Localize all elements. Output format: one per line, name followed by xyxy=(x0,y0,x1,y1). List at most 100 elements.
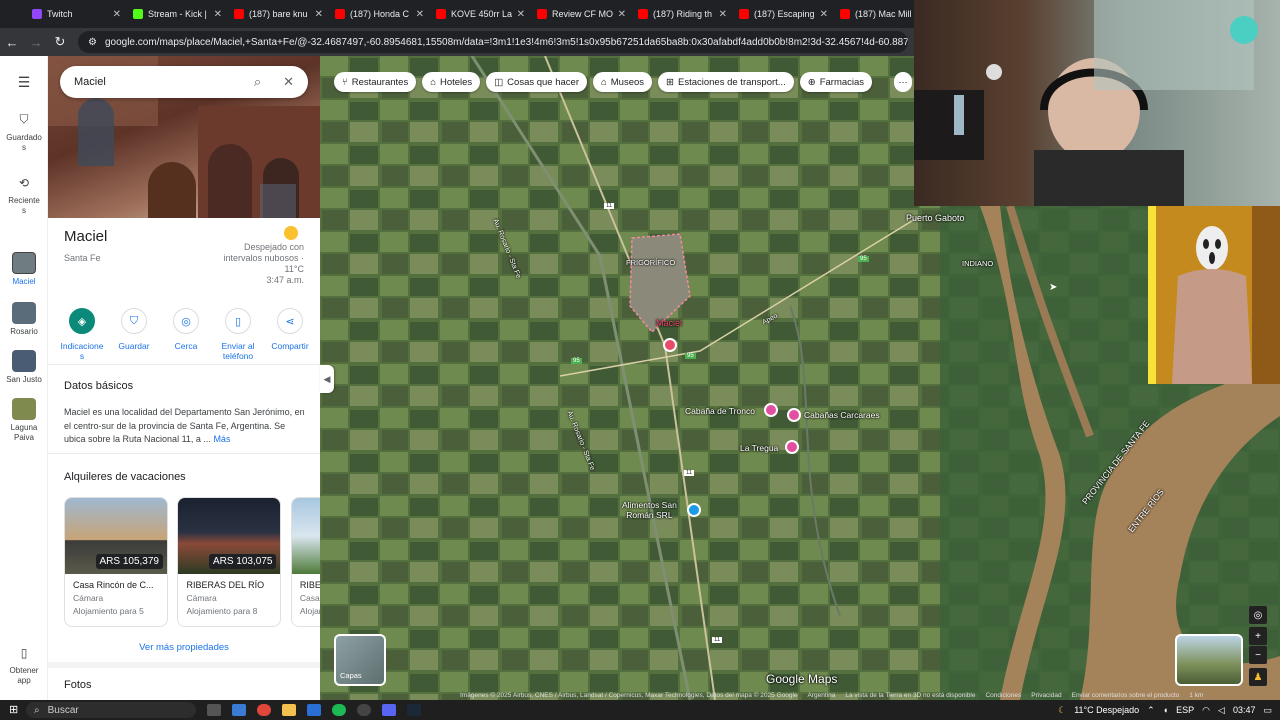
store-icon[interactable] xyxy=(307,704,321,716)
zoom-out-button[interactable]: − xyxy=(1249,646,1267,664)
chrome-icon[interactable] xyxy=(257,704,271,716)
close-icon[interactable]: ✕ xyxy=(283,74,294,90)
browser-tab[interactable]: (187) Escaping ✕ xyxy=(733,1,834,27)
forward-icon[interactable]: → xyxy=(24,35,48,50)
url-field[interactable]: ⚙ google.com/maps/place/Maciel,+Santa+Fe… xyxy=(78,31,908,53)
reload-icon[interactable]: ↻ xyxy=(48,34,72,50)
rentals-carousel: ARS 105,379 Casa Rincón de C... Cámara A… xyxy=(64,497,320,629)
back-icon[interactable]: ← xyxy=(0,35,24,50)
file-explorer-icon[interactable] xyxy=(282,704,296,716)
browser-tab[interactable]: Review CF MO ✕ xyxy=(531,1,632,27)
browser-tab[interactable]: Twitch ✕ xyxy=(26,1,127,27)
rail-recent[interactable]: ⟲ Reciente s xyxy=(0,176,48,216)
more-link[interactable]: Más xyxy=(213,434,230,444)
nearby-button[interactable]: ◎ Cerca xyxy=(160,308,212,361)
windows-start-icon[interactable]: ⊞ xyxy=(9,703,18,716)
rail-rosario[interactable]: Rosario xyxy=(0,302,48,336)
browser-tab[interactable]: Stream - Kick | ✕ xyxy=(127,1,228,27)
weather-desc: Despejado con intervalos nubosos · xyxy=(223,242,304,263)
clock[interactable]: 03:47 xyxy=(1233,705,1256,715)
category-chip[interactable]: ⑂ Restaurantes xyxy=(334,72,417,92)
my-location-button[interactable]: ◎ xyxy=(1249,606,1267,624)
rail-maciel[interactable]: Maciel xyxy=(0,252,48,286)
search-box[interactable]: Maciel ⌕ ✕ xyxy=(60,66,308,98)
tab-title: (187) Mac Mill xyxy=(855,9,912,19)
browser-tab[interactable]: (187) bare knu ✕ xyxy=(228,1,329,27)
close-tab-icon[interactable]: ✕ xyxy=(618,9,626,20)
map-label-maciel[interactable]: Maciel xyxy=(656,318,682,328)
map-label-frigorifico[interactable]: FRIGORÍFICO xyxy=(626,258,675,267)
category-chip[interactable]: ⊕ Farmacias xyxy=(799,72,873,92)
obs-icon[interactable] xyxy=(357,704,371,716)
task-view-icon[interactable] xyxy=(207,704,221,716)
map-label-cabana-tronco[interactable]: Cabaña de Tronco xyxy=(685,406,755,416)
pegman-icon[interactable]: ♟ xyxy=(1249,668,1267,686)
rail-saved[interactable]: ⛉ Guardado s xyxy=(0,112,48,153)
collapse-panel-button[interactable]: ◀ xyxy=(320,365,334,393)
steam-icon[interactable] xyxy=(407,704,421,716)
directions-button[interactable]: ◈ Indicacione s xyxy=(56,308,108,361)
browser-tab[interactable]: (187) Honda C ✕ xyxy=(329,1,430,27)
close-tab-icon[interactable]: ✕ xyxy=(517,9,525,20)
chip-overflow-icon[interactable]: ··· xyxy=(894,72,912,92)
share-button[interactable]: ⋖ Compartir xyxy=(264,308,316,361)
search-input[interactable]: Maciel xyxy=(74,76,254,88)
volume-icon[interactable]: ◁ xyxy=(1218,705,1225,716)
browser-tab[interactable]: KOVE 450rr La ✕ xyxy=(430,1,531,27)
category-chip[interactable]: ◫ Cosas que hacer xyxy=(486,72,587,92)
close-tab-icon[interactable]: ✕ xyxy=(315,9,323,20)
taskbar-weather[interactable]: 11°C Despejado xyxy=(1074,705,1139,715)
place-thumb xyxy=(12,252,36,274)
map-label-indiano[interactable]: INDIANO xyxy=(962,259,993,268)
discord-icon[interactable] xyxy=(382,704,396,716)
street-view-thumb[interactable] xyxy=(1175,634,1243,686)
save-button[interactable]: ⛉ Guardar xyxy=(108,308,160,361)
browser-tab[interactable]: (187) Riding th ✕ xyxy=(632,1,733,27)
mic-icon[interactable]: ◖ xyxy=(1163,705,1168,715)
close-tab-icon[interactable]: ✕ xyxy=(214,9,222,20)
tab-favicon-icon xyxy=(537,9,547,19)
chevron-up-icon[interactable]: ⌃ xyxy=(1147,705,1155,716)
notifications-icon[interactable]: ▭ xyxy=(1263,705,1272,716)
close-tab-icon[interactable]: ✕ xyxy=(416,9,424,20)
region-link[interactable]: Argentina xyxy=(808,692,836,699)
close-tab-icon[interactable]: ✕ xyxy=(719,9,727,20)
lang-indicator[interactable]: ESP xyxy=(1176,705,1194,715)
rail-laguna-paiva[interactable]: Laguna Paiva xyxy=(0,398,48,443)
place-thumb xyxy=(12,302,36,324)
map-label-la-tregua[interactable]: La Tregua xyxy=(740,443,778,453)
menu-icon[interactable]: ☰ xyxy=(0,74,48,91)
map-label-alimentos[interactable]: Alimentos San Román SRL xyxy=(622,500,677,520)
feedback-link[interactable]: Enviar comentarios sobre el producto xyxy=(1072,692,1180,699)
scale-label[interactable]: 1 km xyxy=(1189,692,1203,699)
category-chip[interactable]: ⊞ Estaciones de transport... xyxy=(658,72,794,92)
spotify-icon[interactable] xyxy=(332,704,346,716)
shop-pin[interactable] xyxy=(687,503,701,517)
rental-card[interactable]: ARS 105,379 Casa Rincón de C... Cámara A… xyxy=(64,497,168,627)
category-chip[interactable]: ⌂ Museos xyxy=(593,72,653,92)
privacy-link[interactable]: Privacidad xyxy=(1031,692,1061,699)
wifi-icon[interactable]: ◠ xyxy=(1202,705,1210,716)
send-to-phone-button[interactable]: ▯ Enviar al teléfono xyxy=(212,308,264,361)
rail-get-app[interactable]: ▯ Obtener app xyxy=(0,646,48,686)
map-label-cabanas-carcaraes[interactable]: Cabañas Carcaraes xyxy=(804,410,880,420)
close-tab-icon[interactable]: ✕ xyxy=(113,9,121,20)
rental-card[interactable]: A RIBERA Casa d Alojam xyxy=(290,497,320,627)
copilot-icon[interactable] xyxy=(232,704,246,716)
close-tab-icon[interactable]: ✕ xyxy=(820,9,828,20)
rail-san-justo[interactable]: San Justo xyxy=(0,350,48,384)
search-icon[interactable]: ⌕ xyxy=(254,74,261,90)
map-label-puerto-gaboto[interactable]: Puerto Gaboto xyxy=(906,213,965,223)
site-info-icon[interactable]: ⚙ xyxy=(88,37,97,48)
category-chip[interactable]: ⌂ Hoteles xyxy=(422,72,481,92)
lodging-pin[interactable] xyxy=(787,408,801,422)
zoom-in-button[interactable]: + xyxy=(1249,627,1267,645)
more-properties-link[interactable]: Ver más propiedades xyxy=(48,642,320,653)
lodging-pin[interactable] xyxy=(764,403,778,417)
maciel-place-pin[interactable] xyxy=(663,338,677,352)
terms-link[interactable]: Condiciones xyxy=(985,692,1021,699)
taskbar-search[interactable]: ⌕ Buscar xyxy=(26,702,196,718)
layers-button[interactable]: Capas xyxy=(334,634,386,686)
rental-card[interactable]: ARS 103,075 RIBERAS DEL RÍO Cámara Aloja… xyxy=(177,497,282,627)
lodging-pin[interactable] xyxy=(785,440,799,454)
